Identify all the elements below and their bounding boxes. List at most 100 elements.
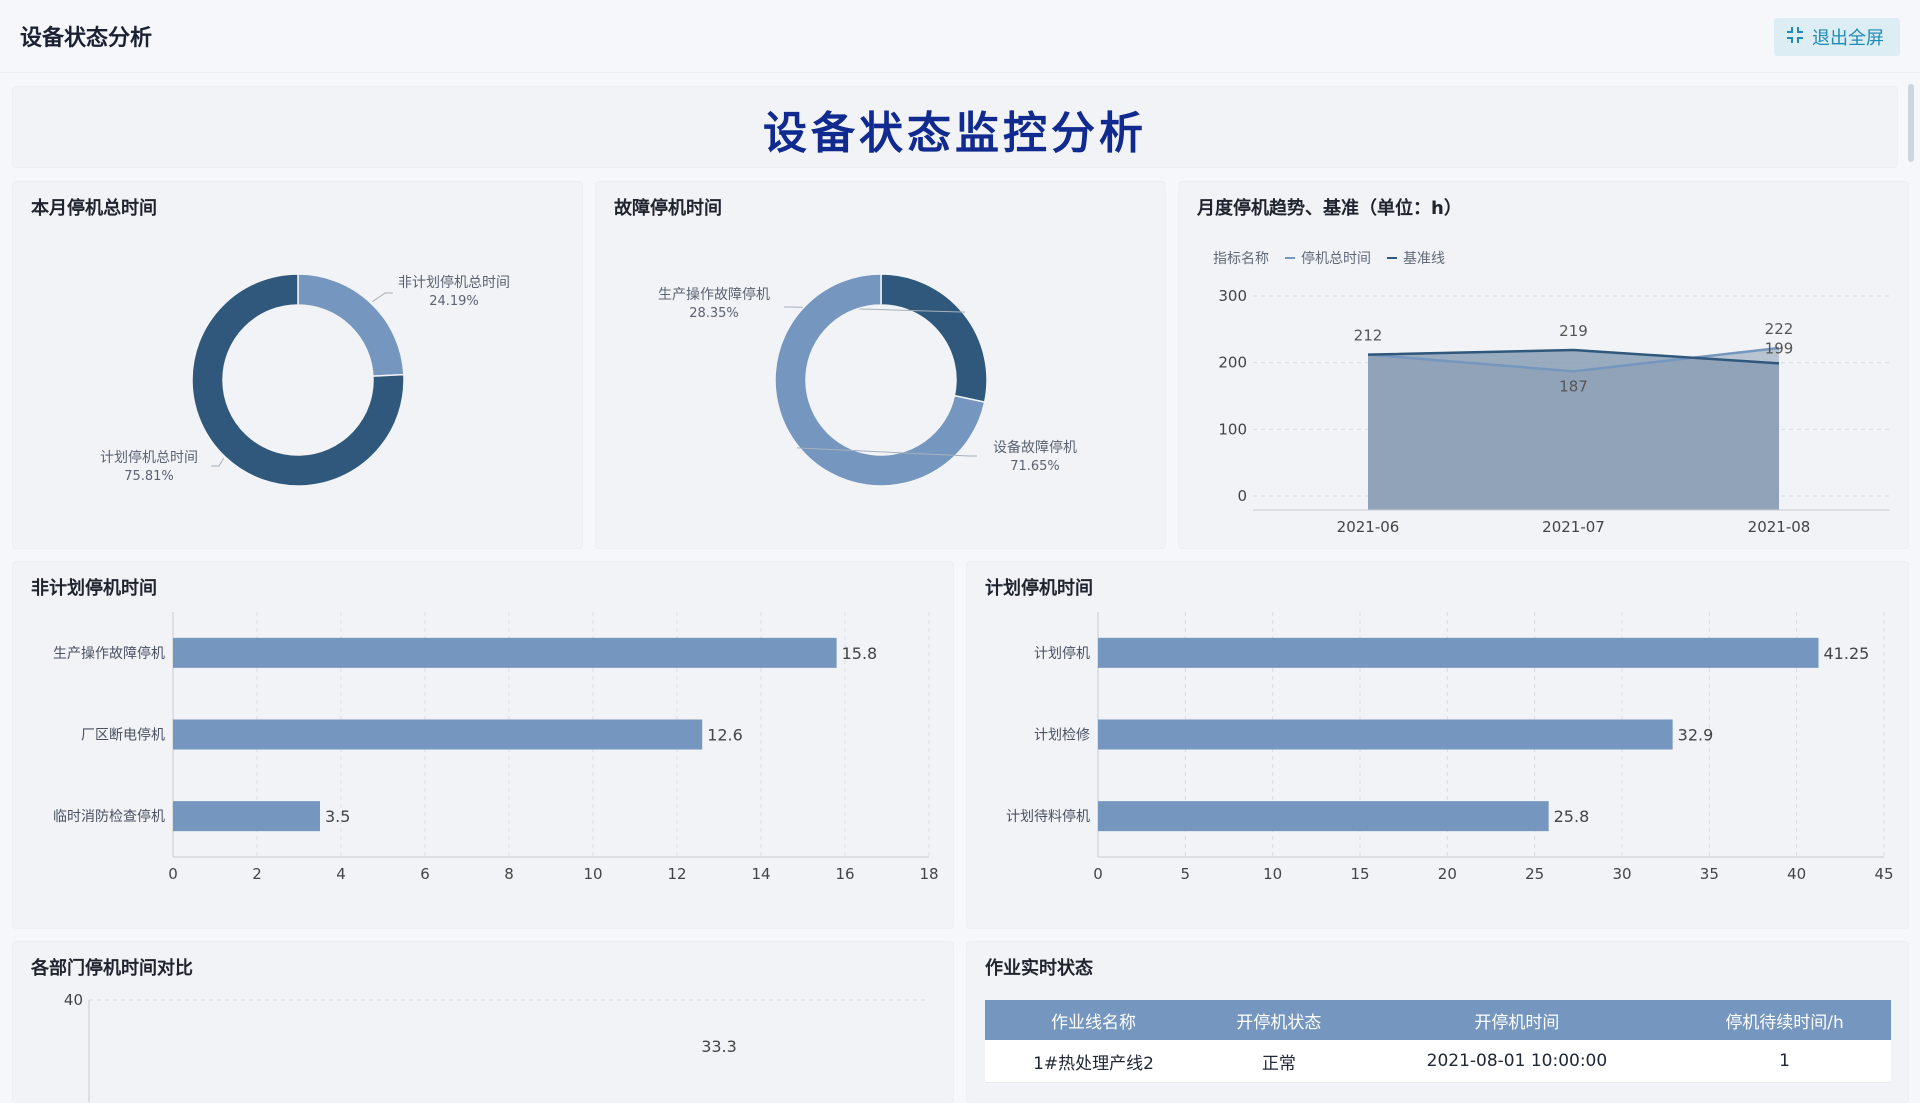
slice-percent: 24.19% bbox=[429, 294, 479, 309]
data-label-total: 187 bbox=[1559, 377, 1588, 395]
donut-slice bbox=[880, 273, 988, 404]
banner-panel: 设备状态监控分析 bbox=[12, 86, 1898, 168]
category-label: 生产操作故障停机 bbox=[53, 645, 165, 662]
exit-fullscreen-icon bbox=[1786, 26, 1804, 49]
column-header[interactable]: 停机待续时间/h bbox=[1678, 1000, 1891, 1040]
realtime-panel: 作业实时状态 作业线名称 开停机状态 开停机时间 停机待续时间/h 1#热处理产… bbox=[966, 941, 1909, 1103]
value-label: 3.5 bbox=[325, 807, 350, 826]
dashboard-title: 设备状态监控分析 bbox=[763, 108, 1147, 159]
slice-label: 非计划停机总时间 bbox=[398, 274, 510, 291]
y-tick-label: 300 bbox=[1218, 287, 1247, 305]
monthly-total-panel: 本月停机总时间 非计划停机总时间 24.19% 计划停机总时间 75.81% bbox=[12, 181, 583, 549]
legend-title: 指标名称 bbox=[1213, 251, 1269, 267]
value-label: 12.6 bbox=[707, 726, 743, 745]
exit-fullscreen-label: 退出全屏 bbox=[1812, 28, 1884, 49]
data-label-total: 212 bbox=[1354, 327, 1383, 345]
x-tick-label: 10 bbox=[583, 865, 602, 883]
data-label-total: 222 bbox=[1765, 320, 1794, 338]
bar bbox=[173, 637, 837, 668]
unplanned-bar-chart: 0 2 4 6 8 10 12 14 16 18 生产操作故障停机 15.8 厂区断电停机 12.6 临时消… bbox=[53, 612, 939, 883]
value-label: 15.8 bbox=[842, 644, 878, 663]
top-bar: 设备状态分析 退出全屏 bbox=[0, 0, 1920, 73]
y-tick-label: 100 bbox=[1218, 420, 1247, 438]
bar bbox=[173, 801, 320, 832]
bar bbox=[1098, 637, 1819, 668]
slice-label: 设备故障停机 bbox=[993, 439, 1077, 456]
column-header[interactable]: 作业线名称 bbox=[985, 1000, 1203, 1040]
x-tick-label: 2021-08 bbox=[1748, 518, 1811, 536]
panel-title: 故障停机时间 bbox=[614, 198, 722, 219]
scrollbar[interactable] bbox=[1908, 84, 1914, 162]
panel-title: 本月停机总时间 bbox=[31, 198, 157, 219]
panel-title: 非计划停机时间 bbox=[31, 578, 157, 599]
x-tick-label: 5 bbox=[1181, 865, 1191, 883]
data-label-baseline: 199 bbox=[1765, 339, 1794, 357]
y-tick-label: 40 bbox=[64, 991, 83, 1009]
x-tick-label: 14 bbox=[751, 865, 770, 883]
x-tick-label: 0 bbox=[168, 865, 178, 883]
trend-legend: 指标名称 停机总时间 基准线 bbox=[1213, 248, 1445, 268]
x-tick-label: 18 bbox=[919, 865, 938, 883]
x-tick-label: 45 bbox=[1874, 865, 1893, 883]
x-tick-label: 0 bbox=[1093, 865, 1103, 883]
slice-label: 计划停机总时间 bbox=[100, 449, 198, 466]
x-tick-label: 16 bbox=[835, 865, 854, 883]
trend-chart: 0 100 200 300 2021-06 2021-07 2021-08 212 187 222… bbox=[1218, 287, 1890, 536]
value-label: 41.25 bbox=[1824, 644, 1870, 663]
panel-title: 作业实时状态 bbox=[985, 958, 1093, 979]
table-cell: 正常 bbox=[1202, 1040, 1356, 1083]
planned-bar-chart: 0 5 10 15 20 25 30 35 40 45 计划停机 41.25 计划检修 32.9 计划待料停… bbox=[1006, 612, 1894, 883]
x-tick-label: 35 bbox=[1700, 865, 1719, 883]
x-tick-label: 25 bbox=[1525, 865, 1544, 883]
x-tick-label: 6 bbox=[420, 865, 430, 883]
dept-panel: 各部门停机时间对比 40 33.3 bbox=[12, 941, 954, 1103]
x-tick-label: 15 bbox=[1350, 865, 1369, 883]
data-label-baseline: 219 bbox=[1559, 322, 1588, 340]
value-label: 25.8 bbox=[1554, 807, 1590, 826]
fault-donut: 生产操作故障停机 28.35% 设备故障停机 71.65% bbox=[658, 273, 1077, 487]
unplanned-panel: 非计划停机时间 0 2 4 6 8 10 12 14 16 18 生产操作故障停机 15.8 厂区断电停… bbox=[12, 561, 954, 929]
category-label: 厂区断电停机 bbox=[81, 727, 165, 744]
monthly-total-donut: 非计划停机总时间 24.19% 计划停机总时间 75.81% bbox=[100, 273, 510, 487]
leader-line bbox=[372, 292, 393, 303]
bar bbox=[173, 719, 703, 750]
legend-item-baseline[interactable]: 基准线 bbox=[1387, 248, 1445, 268]
bar bbox=[1098, 719, 1673, 750]
table-cell: 1#热处理产线2 bbox=[985, 1040, 1203, 1083]
leader-line bbox=[211, 458, 225, 467]
slice-label: 生产操作故障停机 bbox=[658, 286, 770, 303]
panel-title: 月度停机趋势、基准（单位：h） bbox=[1197, 198, 1462, 219]
category-label: 计划检修 bbox=[1034, 728, 1090, 744]
x-tick-label: 4 bbox=[336, 865, 346, 883]
table-row[interactable]: 1#热处理产线2 正常 2021-08-01 10:00:00 1 bbox=[985, 1040, 1891, 1083]
x-tick-label: 2021-06 bbox=[1337, 518, 1400, 536]
donut-slice bbox=[297, 273, 405, 377]
page-title: 设备状态分析 bbox=[20, 26, 153, 51]
column-header[interactable]: 开停机时间 bbox=[1355, 1000, 1679, 1040]
x-tick-label: 30 bbox=[1612, 865, 1631, 883]
category-label: 计划待料停机 bbox=[1006, 808, 1090, 825]
table-cell: 1 bbox=[1678, 1040, 1891, 1083]
value-label: 32.9 bbox=[1678, 726, 1714, 745]
category-label: 计划停机 bbox=[1034, 645, 1090, 662]
exit-fullscreen-button[interactable]: 退出全屏 bbox=[1774, 18, 1900, 56]
fault-panel: 故障停机时间 生产操作故障停机 28.35% 设备故障停机 71.65% bbox=[595, 181, 1166, 549]
y-tick-label: 0 bbox=[1237, 487, 1247, 505]
planned-panel: 计划停机时间 0 5 10 15 20 25 30 35 40 45 计划停机 41.25 计划检修 32… bbox=[966, 561, 1909, 929]
panel-title: 计划停机时间 bbox=[985, 578, 1093, 599]
x-tick-label: 10 bbox=[1263, 865, 1282, 883]
table-cell: 2021-08-01 10:00:00 bbox=[1355, 1040, 1679, 1083]
legend-item-total[interactable]: 停机总时间 bbox=[1285, 248, 1371, 268]
bar bbox=[1098, 801, 1549, 832]
slice-percent: 71.65% bbox=[1010, 459, 1060, 474]
value-label: 33.3 bbox=[701, 1037, 737, 1056]
slice-percent: 75.81% bbox=[124, 469, 174, 484]
category-label: 临时消防检查停机 bbox=[53, 808, 165, 825]
x-tick-label: 12 bbox=[667, 865, 686, 883]
column-header[interactable]: 开停机状态 bbox=[1202, 1000, 1356, 1040]
panel-title: 各部门停机时间对比 bbox=[31, 958, 193, 979]
y-tick-label: 200 bbox=[1218, 354, 1247, 372]
x-tick-label: 2 bbox=[252, 865, 262, 883]
trend-panel: 月度停机趋势、基准（单位：h） 指标名称 停机总时间 基准线 0 100 200 30… bbox=[1178, 181, 1909, 549]
table-header-row: 作业线名称 开停机状态 开停机时间 停机待续时间/h bbox=[985, 1000, 1891, 1040]
